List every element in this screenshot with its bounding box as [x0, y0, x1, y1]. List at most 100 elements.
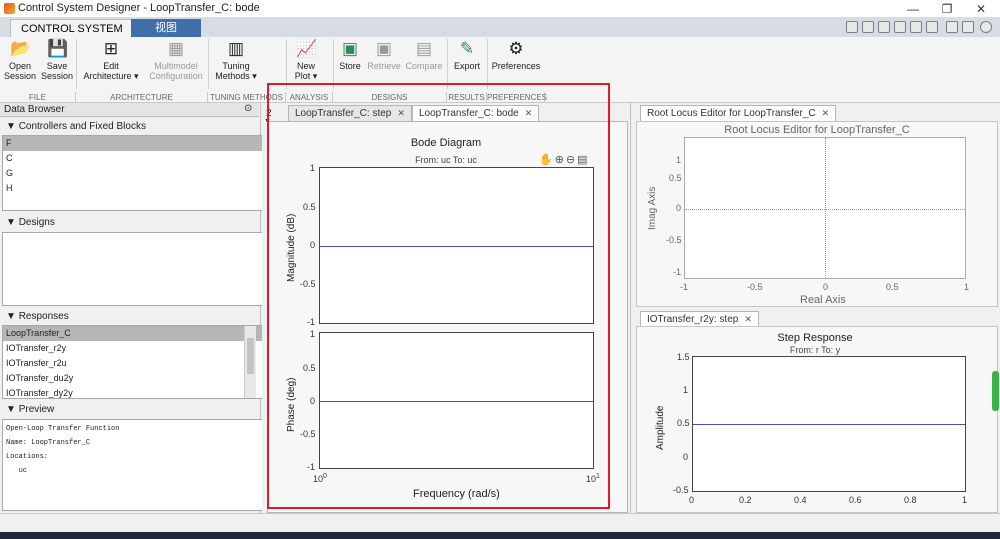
- list-item[interactable]: LoopTransfer_C: [3, 326, 284, 341]
- preview-line: Open-Loop Transfer Function: [6, 425, 120, 433]
- quick-access-icon[interactable]: [962, 21, 974, 33]
- root-locus-xlabel: Real Axis: [800, 294, 846, 306]
- tuning-icon: ▥: [227, 39, 245, 58]
- save-icon: 💾: [47, 39, 69, 58]
- panel-menu-icon[interactable]: ⊙: [244, 103, 252, 114]
- step-response-figure: Step Response From: r To: y 1.5 1 0.5 0 …: [636, 326, 998, 513]
- collapse-icon: ▼: [6, 121, 19, 132]
- data-browser-panel: Data Browser ⊙ ▼ Controllers and Fixed B…: [0, 103, 285, 513]
- new-plot-icon: 📈: [296, 39, 318, 58]
- tick-label: -1: [673, 267, 682, 277]
- quick-access-icon[interactable]: [910, 21, 922, 33]
- export-button[interactable]: ✎ Export: [451, 39, 483, 71]
- list-item[interactable]: G: [3, 166, 284, 181]
- step-ylabel: Amplitude: [655, 405, 666, 450]
- root-locus-ylabel: Imag Axis: [647, 186, 658, 230]
- export-icon: ✎: [459, 39, 475, 58]
- step-axes[interactable]: [692, 356, 966, 492]
- controllers-header[interactable]: ▼ Controllers and Fixed Blocks: [2, 120, 257, 134]
- list-item[interactable]: IOTransfer_r2u: [3, 356, 284, 371]
- responses-header[interactable]: ▼ Responses: [2, 310, 257, 324]
- controllers-list: F C G H: [2, 135, 285, 211]
- divider: [76, 39, 77, 89]
- close-icon[interactable]: ✕: [822, 106, 830, 121]
- matlab-logo-icon: [4, 3, 15, 14]
- tuning-methods-button[interactable]: ▥ Tuning Methods ▾: [212, 39, 260, 81]
- store-button[interactable]: ▣ Store: [337, 39, 363, 71]
- tick-label: 0.5: [677, 418, 690, 428]
- root-locus-figure: Root Locus Editor for LoopTransfer_C 1 0…: [636, 121, 998, 307]
- collapse-icon: ▼: [6, 217, 19, 228]
- quick-access-icon[interactable]: [926, 21, 938, 33]
- store-icon: ▣: [341, 39, 359, 58]
- edit-architecture-button[interactable]: ⊞ Edit Architecture ▾: [80, 39, 142, 81]
- scrollbar[interactable]: [244, 326, 256, 398]
- tick-label: -0.5: [666, 235, 682, 245]
- preview-line: Name: LoopTransfer_C: [6, 439, 91, 447]
- list-item[interactable]: H: [3, 181, 284, 196]
- step-title: Step Response: [777, 332, 853, 344]
- tick-label: 0.5: [886, 282, 899, 292]
- list-item[interactable]: C: [3, 151, 284, 166]
- tick-label: 0.4: [794, 495, 807, 505]
- multimodel-configuration-button[interactable]: ▦ Multimodel Configuration: [146, 39, 206, 81]
- tab-step-response[interactable]: IOTransfer_r2y: step ✕: [640, 311, 759, 327]
- list-item[interactable]: F: [3, 136, 284, 151]
- side-scroll-indicator[interactable]: [992, 371, 999, 411]
- tick-label: 1.5: [677, 352, 690, 362]
- data-browser-header: Data Browser ⊙: [0, 103, 259, 117]
- save-session-button[interactable]: 💾 Save Session: [40, 39, 74, 81]
- right-document-area: Root Locus Editor for LoopTransfer_C ✕ Ro…: [630, 103, 1000, 513]
- tab-control-system[interactable]: CONTROL SYSTEM: [10, 19, 134, 37]
- preview-header[interactable]: ▼ Preview: [2, 403, 257, 417]
- maximize-button[interactable]: ❐: [932, 0, 962, 18]
- preferences-button[interactable]: ⚙ Preferences: [491, 39, 541, 71]
- list-item[interactable]: IOTransfer_r2y: [3, 341, 284, 356]
- tab-view[interactable]: 视图: [131, 19, 201, 37]
- open-session-button[interactable]: 📂 Open Session: [4, 39, 36, 81]
- tick-label: 0.6: [849, 495, 862, 505]
- list-item[interactable]: IOTransfer_dy2y: [3, 386, 284, 398]
- tick-label: 0.8: [904, 495, 917, 505]
- compare-icon: ▤: [415, 39, 433, 58]
- quick-access-icon[interactable]: [862, 21, 874, 33]
- tick-label: -0.5: [747, 282, 763, 292]
- help-icon[interactable]: [980, 21, 992, 33]
- new-plot-button[interactable]: 📈 New Plot ▾: [290, 39, 322, 81]
- quick-access-icon[interactable]: [878, 21, 890, 33]
- preview-line: uc: [6, 467, 28, 475]
- scrollbar-thumb[interactable]: [247, 338, 254, 374]
- tab-root-locus[interactable]: Root Locus Editor for LoopTransfer_C ✕: [640, 105, 837, 121]
- compare-button[interactable]: ▤ Compare: [405, 39, 443, 71]
- quick-access-icon[interactable]: [894, 21, 906, 33]
- gear-icon: ⚙: [508, 39, 524, 58]
- status-bar: [0, 513, 1000, 532]
- collapse-icon: ▼: [6, 311, 19, 322]
- root-locus-axes[interactable]: [684, 137, 966, 279]
- close-button[interactable]: ✕: [966, 0, 996, 18]
- tick-label: 0: [676, 203, 682, 213]
- quick-access-icon[interactable]: [846, 21, 858, 33]
- window-title: Control System Designer - LoopTransfer_C…: [18, 2, 260, 14]
- designs-header[interactable]: ▼ Designs: [2, 216, 257, 230]
- tick-label: 0.5: [669, 173, 682, 183]
- quick-access-icon[interactable]: [946, 21, 958, 33]
- tick-label: 0: [683, 452, 689, 462]
- minimize-button[interactable]: —: [898, 0, 928, 18]
- tick-label: 1: [683, 385, 689, 395]
- retrieve-button[interactable]: ▣ Retrieve: [367, 39, 401, 71]
- tick-label: 1: [676, 155, 682, 165]
- step-trace: [693, 424, 965, 425]
- folder-icon: 📂: [10, 39, 32, 58]
- section-label: ARCHITECTURE: [76, 92, 208, 103]
- section-label: FILE: [0, 92, 76, 103]
- imag-axis-line: [825, 138, 826, 278]
- highlight-box: [267, 83, 610, 509]
- architecture-icon: ⊞: [103, 39, 119, 58]
- tick-label: 0.2: [739, 495, 752, 505]
- tick-label: 1: [962, 495, 968, 505]
- list-item[interactable]: IOTransfer_du2y: [3, 371, 284, 386]
- close-icon[interactable]: ✕: [744, 312, 752, 327]
- tick-label: 1: [964, 282, 970, 292]
- divider: [286, 39, 287, 89]
